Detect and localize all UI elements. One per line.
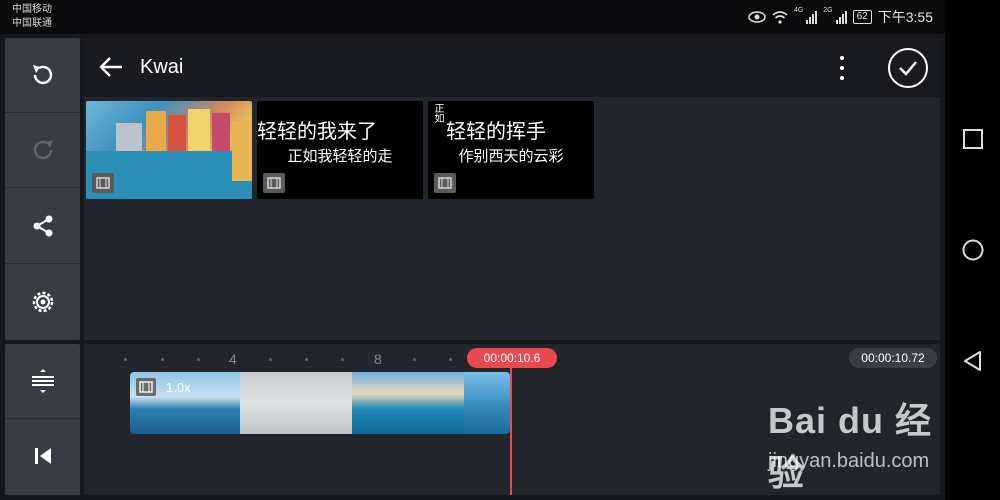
battery-indicator: 62 xyxy=(852,10,872,24)
timeline-toolbar xyxy=(5,344,80,495)
status-bar: 中国移动 中国联通 4G 2G 62 下午3:55 xyxy=(0,0,945,34)
ruler-dot xyxy=(269,358,272,361)
ruler-dot xyxy=(197,358,200,361)
skip-to-start-icon xyxy=(34,448,51,464)
recent-apps-icon[interactable] xyxy=(962,128,984,150)
ruler-dot xyxy=(413,358,416,361)
clip-text-line2: 作别西天的云彩 xyxy=(458,148,564,165)
track-frame xyxy=(464,372,510,434)
clock: 下午3:55 xyxy=(877,9,933,25)
ruler-dot xyxy=(449,358,452,361)
media-clip-text-2[interactable]: 正如 轻轻的挥手 作别西天的云彩 xyxy=(428,101,594,199)
system-navigation-bar xyxy=(945,0,1000,500)
ruler-tick-label: 4 xyxy=(229,351,237,367)
editor-toolbar xyxy=(5,38,80,340)
split-icon xyxy=(31,369,54,393)
clip-side-text: 正如 xyxy=(432,103,443,123)
playhead-time: 00:00:10.6 xyxy=(467,348,557,368)
media-clip-image[interactable] xyxy=(86,101,252,199)
network-type-1: 4G xyxy=(793,7,804,14)
carrier-info: 中国移动 中国联通 xyxy=(12,3,52,31)
carrier-1: 中国移动 xyxy=(12,4,52,15)
editor-header: Kwai xyxy=(84,38,940,96)
clip-text-line2: 正如我轻轻的走 xyxy=(287,148,393,165)
settings-button[interactable] xyxy=(5,265,80,339)
status-icons: 4G 2G 62 下午3:55 xyxy=(748,7,933,27)
network-type-2: 2G xyxy=(823,7,833,14)
undo-icon xyxy=(32,65,52,85)
more-options-icon[interactable] xyxy=(832,56,852,80)
back-arrow-icon[interactable] xyxy=(98,55,124,79)
watermark-url: jingyan.baidu.com xyxy=(768,450,930,472)
carrier-2: 中国联通 xyxy=(12,18,52,29)
checkmark-icon xyxy=(899,61,917,76)
track-frame xyxy=(240,372,352,434)
home-icon[interactable] xyxy=(962,239,984,261)
video-clip-icon xyxy=(92,173,114,193)
track-frame xyxy=(352,372,464,434)
confirm-button[interactable] xyxy=(888,48,928,88)
redo-button[interactable] xyxy=(5,113,80,188)
video-clip-icon xyxy=(136,378,156,396)
undo-button[interactable] xyxy=(5,38,80,113)
clip-speed-label: 1.0x xyxy=(166,380,191,395)
wifi-icon xyxy=(772,10,788,24)
ruler-tick-label: 8 xyxy=(374,351,382,367)
ruler-dot xyxy=(341,358,344,361)
clip-text-line1: 轻轻的挥手 xyxy=(446,121,546,143)
video-clip-icon xyxy=(434,173,456,193)
media-clip-text-1[interactable]: 轻轻的我来了 正如我轻轻的走 xyxy=(257,101,423,199)
total-duration: 00:00:10.72 xyxy=(849,348,937,368)
baidu-watermark: Bai du 经验 jingyan.baidu.com xyxy=(768,392,948,493)
eye-icon xyxy=(748,11,766,23)
signal-icon-2 xyxy=(835,10,847,24)
media-browser: 轻轻的我来了 正如我轻轻的走 正如 轻轻的挥手 作别西天的云彩 xyxy=(84,97,940,340)
redo-icon xyxy=(33,140,53,160)
settings-icon xyxy=(32,291,53,313)
clip-text-line1: 轻轻的我来了 xyxy=(257,121,377,143)
video-track-clip[interactable]: 1.0x xyxy=(130,372,510,434)
skip-to-start-button[interactable] xyxy=(5,419,80,493)
ruler-dot xyxy=(124,358,127,361)
signal-icon-1 xyxy=(806,10,818,24)
playhead[interactable] xyxy=(510,368,512,495)
watermark-brand: Bai du 经验 xyxy=(768,400,933,493)
back-nav-icon[interactable] xyxy=(962,350,984,372)
ruler-dot xyxy=(305,358,308,361)
page-title: Kwai xyxy=(140,56,184,78)
split-button[interactable] xyxy=(5,344,80,419)
video-clip-icon xyxy=(263,173,285,193)
share-icon xyxy=(33,215,52,237)
share-button[interactable] xyxy=(5,189,80,264)
ruler-dot xyxy=(161,358,164,361)
